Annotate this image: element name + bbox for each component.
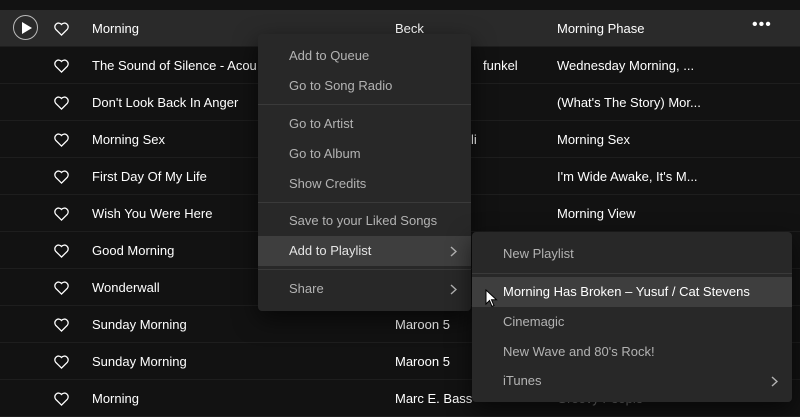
menu-item-go-to-artist[interactable]: Go to Artist	[258, 109, 471, 139]
menu-divider	[472, 273, 792, 274]
heart-icon[interactable]	[54, 392, 69, 406]
playlist-item[interactable]: Morning Has Broken – Yusuf / Cat Stevens	[472, 277, 792, 307]
track-artist[interactable]: Marc E. Bass	[395, 380, 477, 417]
chevron-right-icon	[771, 376, 778, 387]
menu-item-add-to-queue[interactable]: Add to Queue	[258, 41, 471, 71]
menu-item-label: Add to Playlist	[289, 243, 372, 258]
menu-divider	[258, 269, 471, 270]
heart-icon[interactable]	[54, 133, 69, 147]
track-title[interactable]: First Day Of My Life	[92, 158, 262, 195]
play-button[interactable]	[13, 15, 38, 40]
menu-item-new-playlist[interactable]: New Playlist	[472, 239, 792, 269]
playlist-item-itunes[interactable]: iTunes	[472, 366, 792, 396]
track-album[interactable]: Wednesday Morning, ...	[557, 47, 722, 84]
playlist-item[interactable]: New Wave and 80's Rock!	[472, 337, 792, 367]
playlist-item[interactable]: Cinemagic	[472, 307, 792, 337]
more-options-button[interactable]: •••	[752, 10, 772, 47]
track-title[interactable]: Morning Sex	[92, 121, 262, 158]
chevron-right-icon	[450, 284, 457, 295]
menu-divider	[258, 202, 471, 203]
menu-item-save-liked[interactable]: Save to your Liked Songs	[258, 206, 471, 236]
track-title[interactable]: Sunday Morning	[92, 343, 262, 380]
track-title[interactable]: Don't Look Back In Anger	[92, 84, 262, 121]
heart-icon[interactable]	[54, 244, 69, 258]
playlist-submenu: New Playlist Morning Has Broken – Yusuf …	[472, 232, 792, 402]
track-title[interactable]: Wish You Were Here	[92, 195, 262, 232]
cursor-icon	[485, 289, 498, 308]
track-album[interactable]: (What's The Story) Mor...	[557, 84, 722, 121]
heart-icon[interactable]	[54, 281, 69, 295]
track-album[interactable]: Morning Sex	[557, 121, 722, 158]
heart-icon[interactable]	[54, 355, 69, 369]
chevron-right-icon	[450, 246, 457, 257]
menu-item-add-to-playlist[interactable]: Add to Playlist	[258, 236, 471, 266]
heart-icon[interactable]	[54, 22, 69, 36]
track-album[interactable]: Morning Phase	[557, 10, 722, 47]
track-album[interactable]: I'm Wide Awake, It's M...	[557, 158, 722, 195]
context-menu: Add to Queue Go to Song Radio Go to Arti…	[258, 34, 471, 311]
menu-item-share[interactable]: Share	[258, 274, 471, 304]
track-title[interactable]: Morning	[92, 10, 262, 47]
menu-divider	[258, 104, 471, 105]
heart-icon[interactable]	[54, 207, 69, 221]
track-album[interactable]: Morning View	[557, 195, 722, 232]
heart-icon[interactable]	[54, 96, 69, 110]
track-title[interactable]: Wonderwall	[92, 269, 262, 306]
menu-item-show-credits[interactable]: Show Credits	[258, 169, 471, 199]
play-icon	[22, 22, 32, 34]
track-title[interactable]: The Sound of Silence - Acou	[92, 47, 262, 84]
menu-item-label: iTunes	[503, 373, 542, 388]
menu-item-label: Share	[289, 281, 324, 296]
heart-icon[interactable]	[54, 170, 69, 184]
menu-item-go-to-album[interactable]: Go to Album	[258, 139, 471, 169]
track-title[interactable]: Good Morning	[92, 232, 262, 269]
track-title[interactable]: Sunday Morning	[92, 306, 262, 343]
heart-icon[interactable]	[54, 59, 69, 73]
menu-item-go-to-song-radio[interactable]: Go to Song Radio	[258, 71, 471, 101]
track-title[interactable]: Morning	[92, 380, 262, 417]
heart-icon[interactable]	[54, 318, 69, 332]
